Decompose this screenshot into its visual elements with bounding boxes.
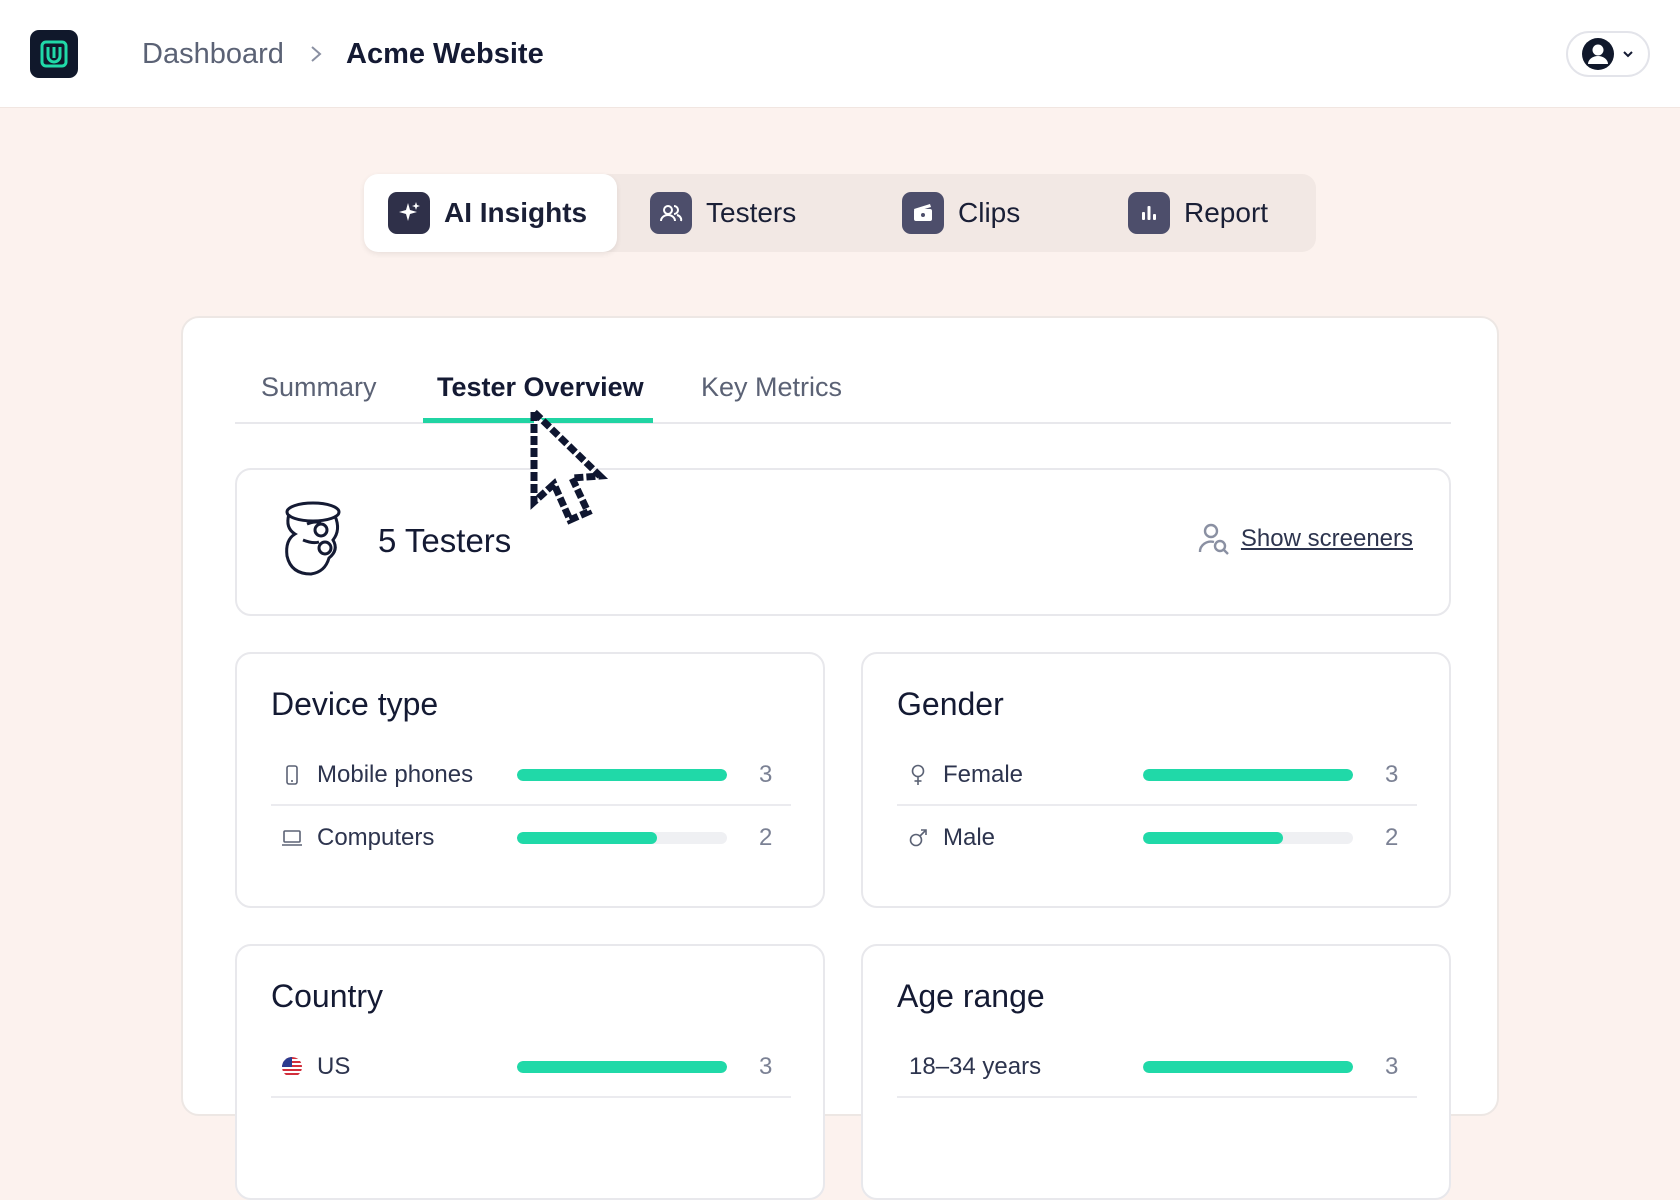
- row-count: 2: [759, 824, 773, 851]
- row-label: Male: [943, 824, 996, 851]
- row-label: Computers: [317, 824, 435, 851]
- row-count: 2: [1385, 824, 1399, 851]
- row-label: US: [317, 1053, 351, 1080]
- nav-clips[interactable]: Clips: [902, 174, 1020, 252]
- male-icon: [907, 827, 929, 849]
- active-tab-indicator: [423, 418, 653, 423]
- user-avatar-icon: [1582, 38, 1614, 70]
- clapperboard-icon: [902, 192, 944, 234]
- list-item: Female 3: [897, 746, 1417, 806]
- progress-bar: [1143, 1061, 1353, 1073]
- testers-summary-box: 5 Testers Show screeners: [235, 468, 1451, 616]
- bar-chart-icon: [1128, 192, 1170, 234]
- progress-fill: [517, 769, 727, 781]
- testers-count: 5 Testers: [378, 522, 512, 559]
- laptop-icon: [281, 827, 303, 849]
- row-count: 3: [1385, 761, 1399, 788]
- us-flag-icon: [281, 1056, 303, 1078]
- nav-testers[interactable]: Testers: [650, 174, 796, 252]
- row-count: 3: [1385, 1053, 1399, 1080]
- user-search-icon: [1198, 523, 1229, 555]
- insight-tabs: Summary Tester Overview Key Metrics: [235, 318, 1451, 424]
- progress-fill: [1143, 832, 1284, 844]
- users-icon: [650, 192, 692, 234]
- gender-title: Gender: [897, 686, 1004, 722]
- top-header: Dashboard Acme Website: [0, 0, 1680, 108]
- insights-card: Summary Tester Overview Key Metrics 5 Te…: [181, 316, 1499, 1200]
- list-item: US 3: [271, 1038, 791, 1098]
- progress-bar: [517, 1061, 727, 1073]
- device-type-panel: Device type Mobile phones 3 Computers 2: [235, 652, 825, 908]
- account-menu-button[interactable]: [1566, 31, 1650, 77]
- row-label: Mobile phones: [317, 761, 474, 788]
- progress-bar: [1143, 832, 1353, 844]
- progress-fill: [517, 1061, 727, 1073]
- country-title: Country: [271, 978, 384, 1014]
- tab-tester-overview[interactable]: Tester Overview: [437, 372, 644, 403]
- chevron-down-icon: [1623, 51, 1633, 58]
- chevron-right-icon: [311, 46, 322, 62]
- row-label: Female: [943, 761, 1024, 788]
- progress-bar: [517, 769, 727, 781]
- nav-ai-insights[interactable]: AI Insights: [364, 174, 618, 252]
- female-icon: [907, 764, 929, 786]
- list-item: Computers 2: [271, 808, 791, 868]
- nav-report-label: Report: [1184, 197, 1269, 228]
- list-item: Male 2: [897, 808, 1417, 868]
- nav-testers-label: Testers: [706, 197, 797, 228]
- show-screeners-link[interactable]: Show screeners: [1197, 522, 1413, 556]
- row-count: 3: [759, 1053, 773, 1080]
- nav-report[interactable]: Report: [1128, 174, 1268, 252]
- app-logo[interactable]: [30, 30, 78, 78]
- breadcrumb-current-project: Acme Website: [346, 38, 544, 70]
- country-panel: Country US 3: [235, 944, 825, 1200]
- progress-fill: [517, 832, 658, 844]
- age-range-title: Age range: [897, 978, 1045, 1014]
- breadcrumb-dashboard[interactable]: Dashboard: [142, 38, 284, 71]
- row-count: 3: [759, 761, 773, 788]
- gender-panel: Gender Female 3 Male 2: [861, 652, 1451, 908]
- nav-clips-label: Clips: [958, 197, 1021, 228]
- progress-bar: [517, 832, 727, 844]
- mobile-icon: [281, 764, 303, 786]
- progress-fill: [1143, 1061, 1353, 1073]
- tab-key-metrics[interactable]: Key Metrics: [701, 372, 842, 403]
- progress-fill: [1143, 769, 1353, 781]
- progress-bar: [1143, 769, 1353, 781]
- list-item: 18–34 years 3: [897, 1038, 1417, 1098]
- list-item: Mobile phones 3: [271, 746, 791, 806]
- show-screeners-label: Show screeners: [1240, 525, 1413, 552]
- sparkle-icon: [388, 192, 430, 234]
- age-range-panel: Age range 18–34 years 3: [861, 944, 1451, 1200]
- section-switcher: AI Insights Testers Clips Report: [364, 174, 1316, 252]
- row-label: 18–34 years: [909, 1053, 1042, 1080]
- nav-ai-insights-label: AI Insights: [444, 197, 588, 228]
- device-type-title: Device type: [271, 686, 439, 722]
- tab-summary[interactable]: Summary: [261, 372, 377, 403]
- tester-illustration-icon: [285, 501, 341, 576]
